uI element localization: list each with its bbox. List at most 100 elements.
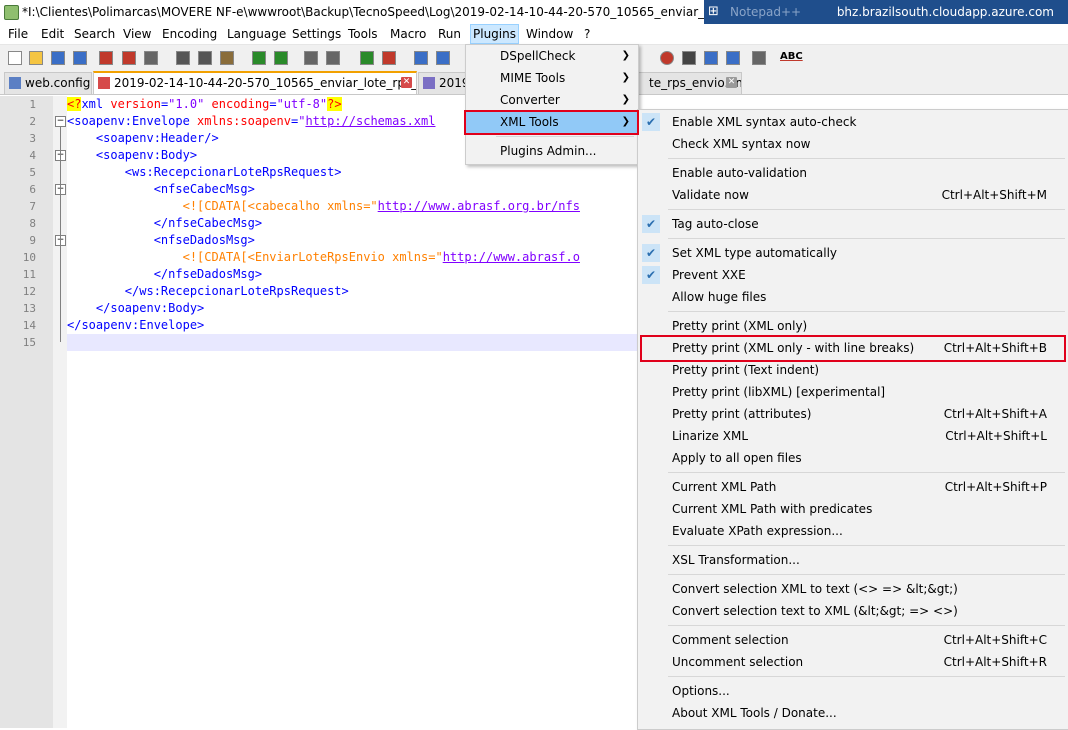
- remote-faded-title: Notepad++: [730, 5, 802, 19]
- xml-tools-item-current-xml-path-with-predicates[interactable]: Current XML Path with predicates: [638, 498, 1068, 520]
- code-url[interactable]: http://www.abrasf.org.br/nfs: [378, 199, 580, 213]
- code-token: <nfseCabecMsg>: [67, 182, 255, 196]
- menu-separator: [668, 238, 1065, 239]
- save-all-icon[interactable]: [71, 49, 87, 65]
- menu-tools[interactable]: Tools: [346, 26, 380, 42]
- close-icon-glyph: [99, 51, 113, 65]
- close-all-icon[interactable]: [120, 49, 136, 65]
- copy-icon[interactable]: [196, 49, 212, 65]
- cut-icon[interactable]: [174, 49, 190, 65]
- xml-tools-item-uncomment-selection[interactable]: Uncomment selection Ctrl+Alt+Shift+R: [638, 651, 1068, 673]
- xml-tools-item-pretty-print-attributes[interactable]: Pretty print (attributes) Ctrl+Alt+Shift+…: [638, 403, 1068, 425]
- xml-tools-item-options[interactable]: Options...: [638, 680, 1068, 702]
- spellcheck-icon[interactable]: ABC: [780, 49, 803, 65]
- xml-tools-item-enable-xml-syntax-auto-check[interactable]: ✔ Enable XML syntax auto-check: [638, 111, 1068, 133]
- xml-tools-item-validate-now[interactable]: Validate now Ctrl+Alt+Shift+M: [638, 184, 1068, 206]
- tab-rps-envio[interactable]: te_rps_envio.xml ✕: [637, 72, 742, 94]
- xml-tools-item-comment-selection[interactable]: Comment selection Ctrl+Alt+Shift+C: [638, 629, 1068, 651]
- code-url[interactable]: http://schemas.xml: [305, 114, 435, 128]
- xml-tools-item-about-xml-tools-donate[interactable]: About XML Tools / Donate...: [638, 702, 1068, 724]
- fold-margin[interactable]: −−−−: [53, 96, 67, 728]
- play-macro-icon[interactable]: [702, 49, 718, 65]
- xml-tools-item-apply-to-all-open-files[interactable]: Apply to all open files: [638, 447, 1068, 469]
- xml-tools-item-allow-huge-files[interactable]: Allow huge files: [638, 286, 1068, 308]
- xml-tools-item-set-xml-type-automatically[interactable]: ✔ Set XML type automatically: [638, 242, 1068, 264]
- find-icon[interactable]: [302, 49, 318, 65]
- menu-item-label: Convert selection XML to text (<> => &lt…: [672, 582, 958, 596]
- redo-icon[interactable]: [272, 49, 288, 65]
- file-saved-icon: [423, 77, 435, 89]
- xml-tools-item-tag-auto-close[interactable]: ✔ Tag auto-close: [638, 213, 1068, 235]
- save-macro-icon[interactable]: [750, 49, 766, 65]
- code-token: version: [110, 97, 161, 111]
- menu-edit[interactable]: Edit: [39, 26, 66, 42]
- plugins-menu-item-mime-tools[interactable]: MIME Tools ❯: [466, 67, 638, 89]
- tab-envio-xml-active[interactable]: 2019-02-14-10-44-20-570_10565_enviar_lot…: [93, 71, 417, 94]
- xml-tools-item-pretty-print-text-indent[interactable]: Pretty print (Text indent): [638, 359, 1068, 381]
- print-icon[interactable]: [142, 49, 158, 65]
- code-token: xmlns:soapenv: [197, 114, 291, 128]
- run-macro-multiple-icon[interactable]: [724, 49, 740, 65]
- fold-toggle-icon[interactable]: −: [55, 116, 66, 127]
- checkmark-icon: ✔: [642, 113, 660, 131]
- menu-separator: [668, 625, 1065, 626]
- xml-tools-item-convert-selection-text-to-xml[interactable]: Convert selection text to XML (&lt;&gt; …: [638, 600, 1068, 622]
- xml-tools-submenu: ✔ Enable XML syntax auto-check Check XML s…: [637, 109, 1068, 730]
- line-number: 13: [22, 302, 36, 315]
- record-macro-icon[interactable]: [658, 49, 674, 65]
- xml-tools-item-current-xml-path[interactable]: Current XML Path Ctrl+Alt+Shift+P: [638, 476, 1068, 498]
- menu-encoding[interactable]: Encoding: [160, 26, 219, 42]
- menu-item-label: Convert selection text to XML (&lt;&gt; …: [672, 604, 958, 618]
- menu-item-label: Converter: [500, 93, 560, 107]
- xml-tools-item-pretty-print-xml-only[interactable]: Pretty print (XML only): [638, 315, 1068, 337]
- paste-icon[interactable]: [218, 49, 234, 65]
- plugins-menu-item-dspellcheck[interactable]: DSpellCheck ❯: [466, 45, 638, 67]
- tab-2019[interactable]: 2019-: [418, 72, 468, 94]
- menu-settings[interactable]: Settings: [290, 26, 343, 42]
- plugins-menu-item-converter[interactable]: Converter ❯: [466, 89, 638, 111]
- code-token: <soapenv:Envelope: [67, 114, 198, 128]
- zoom-in-icon[interactable]: [358, 49, 374, 65]
- tab-web-config[interactable]: web.config: [4, 72, 92, 94]
- menu-language[interactable]: Language: [225, 26, 288, 42]
- xml-tools-item-check-xml-syntax-now[interactable]: Check XML syntax now: [638, 133, 1068, 155]
- open-file-icon[interactable]: [27, 49, 43, 65]
- menu-run[interactable]: Run: [436, 26, 463, 42]
- xml-tools-item-xsl-transformation[interactable]: XSL Transformation...: [638, 549, 1068, 571]
- zoom-out-icon[interactable]: [380, 49, 396, 65]
- xml-tools-item-convert-selection-xml-to-text[interactable]: Convert selection XML to text (<> => &lt…: [638, 578, 1068, 600]
- close-icon[interactable]: [97, 49, 113, 65]
- line-number: 11: [22, 268, 36, 281]
- sync-h-icon[interactable]: [434, 49, 450, 65]
- pin-icon[interactable]: ⊞: [708, 4, 719, 19]
- undo-icon[interactable]: [250, 49, 266, 65]
- remote-session-bar[interactable]: ⊞ Notepad++ bhz.brazilsouth.cloudapp.azu…: [704, 0, 1068, 24]
- submenu-arrow-icon: ❯: [621, 94, 630, 105]
- save-icon[interactable]: [49, 49, 65, 65]
- plugins-menu-item-plugins-admin[interactable]: Plugins Admin...: [466, 140, 638, 162]
- menu-file[interactable]: File: [6, 26, 30, 42]
- menu-help[interactable]: ?: [582, 26, 592, 42]
- xml-tools-item-pretty-print-libxml-experimental[interactable]: Pretty print (libXML) [experimental]: [638, 381, 1068, 403]
- menu-macro[interactable]: Macro: [388, 26, 428, 42]
- menu-view[interactable]: View: [121, 26, 153, 42]
- tab-close-icon[interactable]: ✕: [401, 77, 412, 88]
- redo-icon-glyph: [274, 51, 288, 65]
- code-url[interactable]: http://www.abrasf.o: [443, 250, 580, 264]
- code-token: <?: [67, 97, 82, 111]
- menu-window[interactable]: Window: [524, 26, 575, 42]
- xml-tools-item-evaluate-xpath-expression[interactable]: Evaluate XPath expression...: [638, 520, 1068, 542]
- xml-tools-item-linarize-xml[interactable]: Linarize XML Ctrl+Alt+Shift+L: [638, 425, 1068, 447]
- copy-icon-glyph: [198, 51, 212, 65]
- replace-icon[interactable]: [324, 49, 340, 65]
- xml-tools-item-prevent-xxe[interactable]: ✔ Prevent XXE: [638, 264, 1068, 286]
- stop-macro-icon[interactable]: [680, 49, 696, 65]
- menu-plugins[interactable]: Plugins: [470, 24, 519, 44]
- tab-close-icon[interactable]: ✕: [726, 77, 737, 88]
- menu-search[interactable]: Search: [72, 26, 117, 42]
- new-file-icon[interactable]: [6, 49, 22, 65]
- xml-tools-item-enable-auto-validation[interactable]: Enable auto-validation: [638, 162, 1068, 184]
- sync-v-icon[interactable]: [412, 49, 428, 65]
- checkmark-icon: ✔: [642, 215, 660, 233]
